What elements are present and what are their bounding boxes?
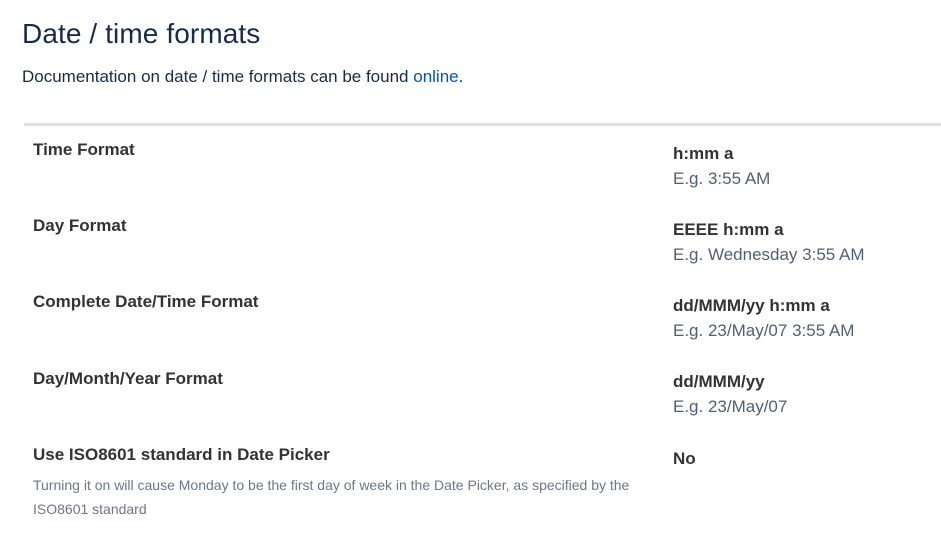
- intro-text: Documentation on date / time formats can…: [22, 66, 463, 88]
- setting-value: dd/MMM/yy h:mm a: [673, 296, 830, 315]
- intro-text-body: Documentation on date / time formats can…: [22, 67, 414, 86]
- date-time-formats-page: Date / time formats Documentation on dat…: [0, 0, 941, 533]
- setting-value: h:mm a: [673, 144, 734, 163]
- setting-label: Day Format: [33, 216, 127, 235]
- setting-value: EEEE h:mm a: [673, 220, 784, 239]
- setting-example: E.g. Wednesday 3:55 AM: [673, 245, 865, 264]
- setting-example: E.g. 3:55 AM: [673, 169, 771, 188]
- setting-value: No: [673, 449, 696, 468]
- section-divider: [24, 123, 941, 126]
- setting-description: Turning it on will cause Monday to be th…: [33, 477, 630, 517]
- setting-value: dd/MMM/yy: [673, 372, 765, 391]
- setting-label: Use ISO8601 standard in Date Picker: [33, 445, 330, 464]
- online-docs-link[interactable]: online: [413, 67, 458, 86]
- intro-text-end: .: [458, 67, 464, 86]
- setting-example: E.g. 23/May/07 3:55 AM: [673, 321, 855, 340]
- setting-example: E.g. 23/May/07: [673, 397, 788, 416]
- setting-label: Complete Date/Time Format: [33, 292, 259, 311]
- page-title: Date / time formats: [22, 18, 261, 49]
- setting-label: Time Format: [33, 140, 135, 159]
- setting-label: Day/Month/Year Format: [33, 369, 223, 388]
